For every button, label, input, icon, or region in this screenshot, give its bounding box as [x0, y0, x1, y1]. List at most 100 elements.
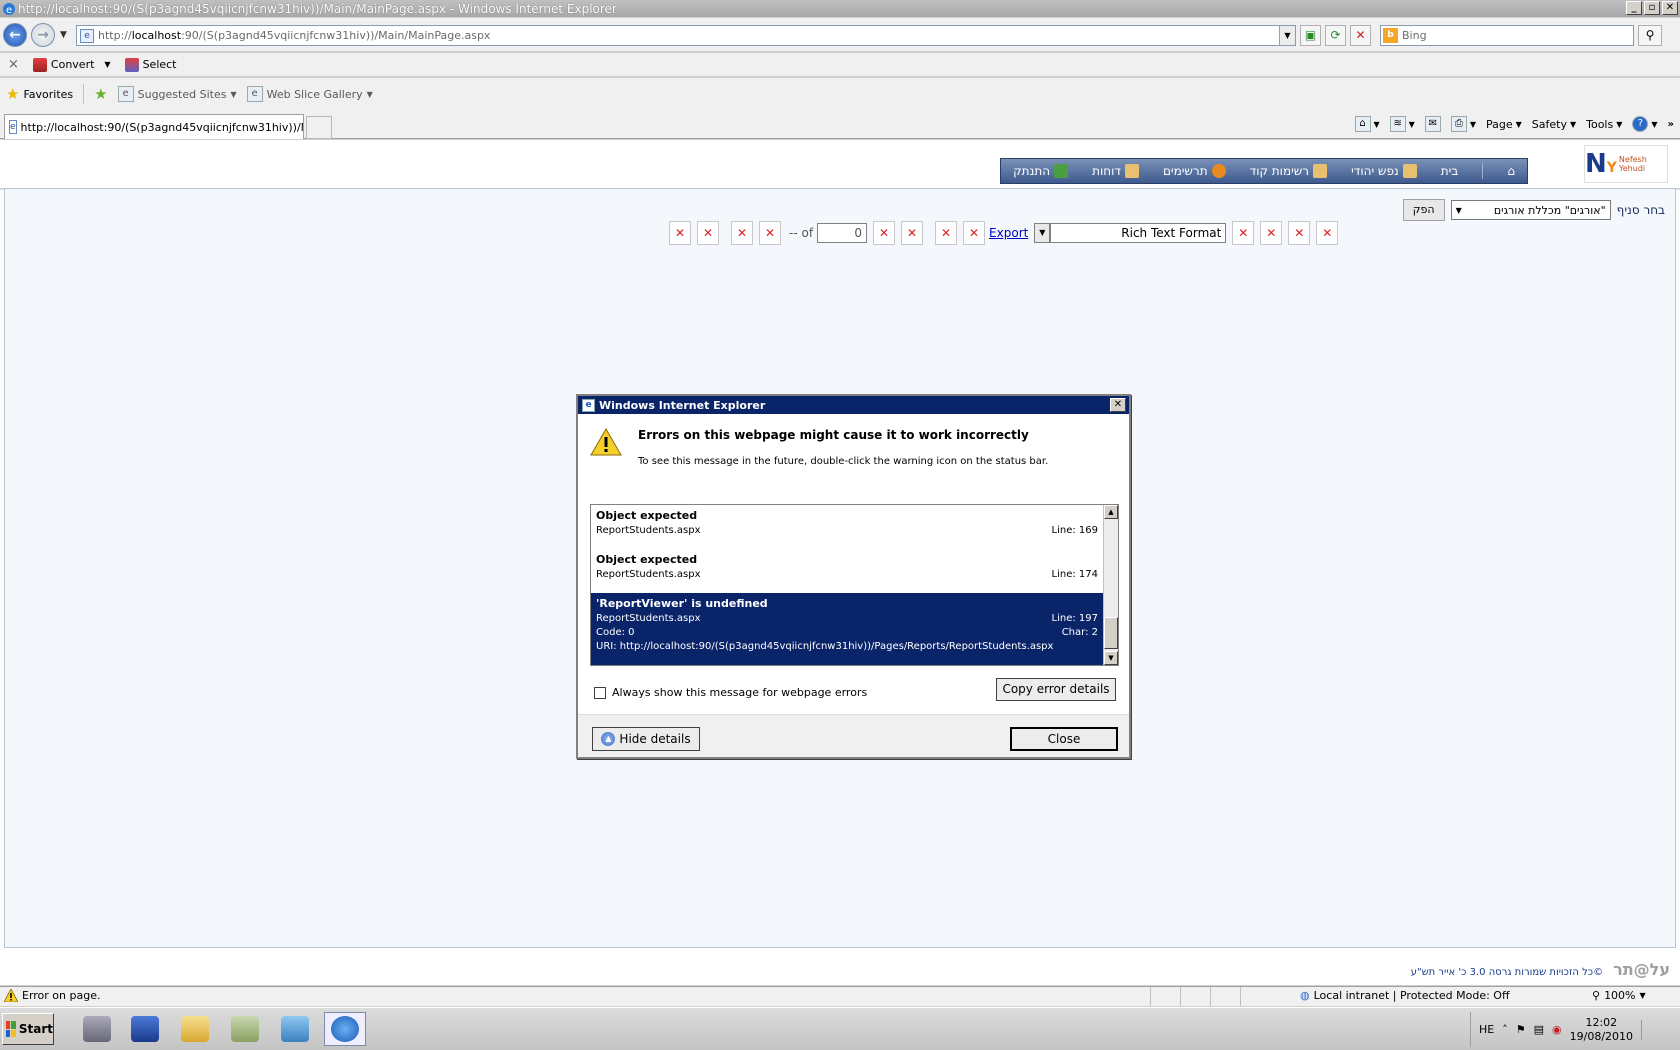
always-show-option[interactable]: Always show this message for webpage err… — [594, 686, 867, 699]
select-button[interactable]: Select — [124, 57, 177, 72]
broken-image-icon[interactable]: ✕ — [935, 221, 958, 245]
compatibility-view-button[interactable]: ▣ — [1300, 25, 1321, 46]
menu-item-logout[interactable]: התנתק — [1013, 164, 1069, 178]
volume-muted-icon[interactable]: ◉ — [1552, 1023, 1562, 1036]
search-placeholder: Bing — [1402, 29, 1427, 42]
error-list[interactable]: Object expected ReportStudents.aspx Line:… — [590, 504, 1119, 666]
last-page-broken-image-icon[interactable]: ✕ — [901, 221, 924, 245]
help-button[interactable]: ? ▼ — [1632, 116, 1658, 132]
hide-details-button[interactable]: ▲ Hide details — [592, 727, 700, 751]
close-button[interactable]: Close — [1010, 727, 1118, 751]
home-button[interactable]: ⌂ ▼ — [1354, 116, 1380, 132]
taskbar-explorer[interactable] — [174, 1012, 216, 1046]
print-broken-image-icon[interactable]: ✕ — [1260, 221, 1283, 245]
window-close-button[interactable]: ✕ — [1662, 1, 1678, 15]
search-box[interactable]: b Bing — [1380, 25, 1634, 46]
menu-home[interactable]: ⌂ — [1507, 164, 1515, 178]
forward-button[interactable]: → — [31, 23, 55, 47]
taskbar-internet-explorer[interactable] — [324, 1012, 366, 1046]
apply-button[interactable]: הפק — [1402, 199, 1445, 221]
menu-item-reports[interactable]: דוחות — [1092, 164, 1139, 178]
address-bar[interactable]: e http://localhost:90/(S(p3agnd45vqiicnj… — [76, 25, 1296, 46]
error-list-scrollbar[interactable]: ▲ ▼ — [1103, 505, 1118, 665]
refresh-broken-image-icon[interactable]: ✕ — [1232, 221, 1255, 245]
action-center-flag-icon[interactable]: ⚑ — [1516, 1023, 1526, 1036]
page-number-input[interactable]: 0 — [817, 223, 868, 243]
ie-icon: e — [2, 2, 16, 16]
recent-pages-dropdown[interactable]: ▼ — [60, 30, 67, 40]
pie-chart-icon — [1211, 164, 1226, 178]
search-button[interactable]: ⚲ — [1638, 25, 1662, 46]
browser-tab[interactable]: e http://localhost:90/(S(p3agnd45vqiicnj… — [4, 114, 304, 139]
more-tools-chevron-icon[interactable]: » — [1668, 119, 1674, 130]
menu-item-nefesh[interactable]: נפש יהודי — [1351, 164, 1417, 178]
folder-icon — [181, 1016, 209, 1042]
broken-image-icon[interactable]: ✕ — [759, 221, 781, 245]
menu-item-charts[interactable]: תרשימים — [1163, 164, 1226, 178]
scroll-down-arrow-icon[interactable]: ▼ — [1104, 651, 1118, 665]
address-dropdown[interactable]: ▼ — [1279, 26, 1295, 45]
convert-button[interactable]: Convert ▼ — [32, 57, 111, 72]
restore-button[interactable]: ▫ — [1644, 1, 1660, 15]
show-hidden-icons-icon[interactable]: ˄ — [1502, 1023, 1508, 1036]
stop-icon: ✕ — [1355, 28, 1366, 42]
security-zone[interactable]: ◍ Local intranet | Protected Mode: Off — [1300, 989, 1510, 1002]
web-slice-gallery-link[interactable]: e Web Slice Gallery ▼ — [246, 86, 373, 102]
copy-error-details-button[interactable]: Copy error details — [996, 678, 1116, 701]
show-desktop-icon[interactable] — [1641, 1019, 1651, 1040]
export-format-select[interactable]: ▼ Rich Text Format — [1034, 223, 1227, 243]
read-mail-button[interactable]: ✉ — [1424, 116, 1441, 132]
scroll-up-arrow-icon[interactable]: ▲ — [1104, 505, 1118, 519]
export-link[interactable]: Export — [989, 226, 1028, 240]
taskbar-network[interactable] — [274, 1012, 316, 1046]
chevron-down-icon: ▼ — [1455, 205, 1462, 215]
next-page-broken-image-icon[interactable]: ✕ — [873, 221, 896, 245]
new-tab-button[interactable] — [306, 116, 332, 139]
broken-image-icon[interactable]: ✕ — [963, 221, 986, 245]
close-toolbar-icon[interactable]: × — [8, 57, 19, 72]
zoom-level[interactable]: ⚲ 100% ▼ — [1592, 989, 1646, 1002]
clock[interactable]: 12:02 19/08/2010 — [1570, 1016, 1633, 1044]
safety-menu[interactable]: Safety ▼ — [1532, 118, 1576, 131]
taskbar-powershell[interactable] — [124, 1012, 166, 1046]
address-toolbar: ← → ▼ e http://localhost:90/(S(p3agnd45v… — [0, 18, 1680, 52]
menu-item-home[interactable]: בית — [1441, 164, 1459, 178]
add-favorite-button[interactable]: ★ — [94, 85, 107, 103]
broken-image-icon[interactable]: ✕ — [731, 221, 753, 245]
convert-icon — [32, 57, 47, 72]
tools-menu[interactable]: Tools ▼ — [1586, 118, 1622, 131]
list-item-selected[interactable]: 'ReportViewer' is undefined ReportStuden… — [591, 593, 1103, 665]
taskbar: Start HE ˄ ⚑ ▤ ◉ 12:02 19/08/2010 — [0, 1007, 1680, 1050]
prev-page-broken-image-icon[interactable]: ✕ — [697, 221, 719, 245]
network-tray-icon[interactable]: ▤ — [1534, 1023, 1544, 1036]
chevron-down-icon: ▼ — [104, 60, 111, 69]
favorites-button[interactable]: ★ Favorites — [6, 85, 73, 103]
feeds-button[interactable]: ≋ ▼ — [1389, 116, 1415, 132]
stop-button[interactable]: ✕ — [1350, 25, 1371, 46]
list-item[interactable]: Object expected ReportStudents.aspx Line:… — [591, 505, 1103, 540]
first-page-broken-image-icon[interactable]: ✕ — [669, 221, 691, 245]
minimize-button[interactable]: _ — [1626, 1, 1642, 15]
taskbar-server-manager[interactable] — [76, 1012, 118, 1046]
chevron-down-icon: ▼ — [1034, 223, 1051, 243]
print-button[interactable]: ⎙ ▼ — [1450, 116, 1476, 132]
back-button[interactable]: ← — [3, 23, 27, 47]
bing-icon: b — [1383, 28, 1398, 43]
refresh-button[interactable]: ⟳ — [1325, 25, 1346, 46]
refresh-icon: ⟳ — [1330, 28, 1341, 42]
list-item[interactable]: Object expected ReportStudents.aspx Line:… — [591, 549, 1103, 584]
scroll-thumb[interactable] — [1104, 617, 1118, 649]
menu-item-codes[interactable]: רשימות קוד — [1250, 164, 1328, 178]
start-button[interactable]: Start — [2, 1013, 54, 1045]
star-icon: ★ — [6, 85, 20, 103]
broken-image-icon[interactable]: ✕ — [1288, 221, 1311, 245]
suggested-sites-link[interactable]: e Suggested Sites ▼ — [117, 86, 237, 102]
script-error-dialog: e Windows Internet Explorer ✕ Errors on … — [576, 394, 1131, 759]
branch-select[interactable]: "אורגים" מכללת אורגים ▼ — [1450, 200, 1611, 220]
broken-image-icon[interactable]: ✕ — [1316, 221, 1339, 245]
always-show-checkbox[interactable] — [594, 686, 606, 699]
taskbar-tools[interactable] — [224, 1012, 266, 1046]
language-indicator[interactable]: HE — [1479, 1023, 1494, 1036]
page-menu[interactable]: Page ▼ — [1486, 118, 1522, 131]
dialog-close-x-button[interactable]: ✕ — [1110, 398, 1126, 412]
